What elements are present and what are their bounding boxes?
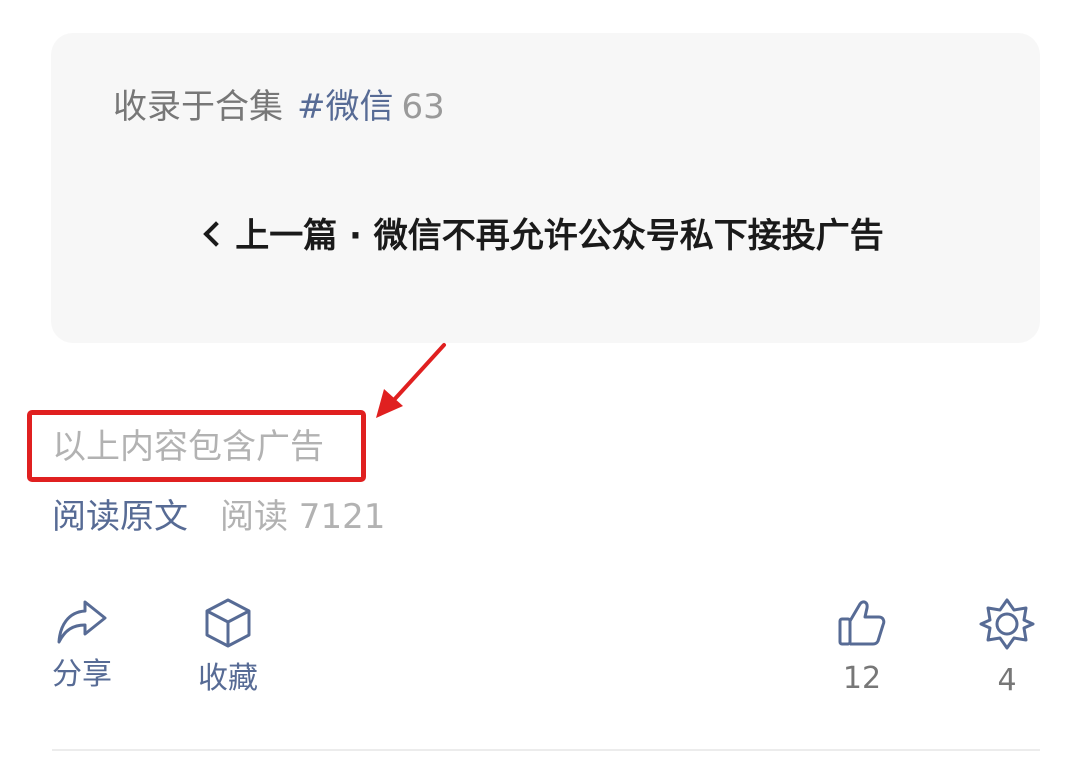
collection-card: 收录于合集 #微信 63 上一篇 · 微信不再允许公众号私下接投广告	[51, 33, 1040, 343]
ad-notice: 以上内容包含广告	[52, 427, 324, 467]
star-flower-icon	[979, 598, 1035, 650]
thumbs-up-icon	[838, 600, 886, 646]
read-original-link[interactable]: 阅读原文	[52, 497, 188, 537]
collection-prefix: 收录于合集	[113, 87, 283, 127]
prev-article-title: 上一篇 · 微信不再允许公众号私下接投广告	[235, 216, 884, 256]
collection-tag-link[interactable]: #微信	[297, 87, 394, 127]
wow-button[interactable]: 4	[967, 596, 1047, 700]
meta-row: 阅读原文 阅读 7121	[52, 495, 385, 539]
share-arrow-icon	[57, 600, 107, 644]
article-footer: 收录于合集 #微信 63 上一篇 · 微信不再允许公众号私下接投广告 以上内容包含广…	[0, 0, 1080, 761]
divider	[52, 749, 1040, 751]
chevron-left-icon	[203, 221, 229, 247]
share-button[interactable]: 分享	[42, 596, 122, 694]
prev-article-link[interactable]: 上一篇 · 微信不再允许公众号私下接投广告	[51, 214, 1040, 258]
like-count: 12	[842, 661, 882, 696]
favorite-label: 收藏	[198, 661, 258, 696]
like-button[interactable]: 12	[822, 596, 902, 698]
read-count: 阅读 7121	[220, 497, 386, 537]
wow-count: 4	[997, 663, 1017, 698]
share-label: 分享	[52, 657, 112, 692]
cube-icon	[205, 598, 251, 648]
favorite-button[interactable]: 收藏	[188, 596, 268, 698]
collection-count: 63	[401, 87, 445, 127]
collection-line: 收录于合集 #微信 63	[113, 85, 445, 129]
